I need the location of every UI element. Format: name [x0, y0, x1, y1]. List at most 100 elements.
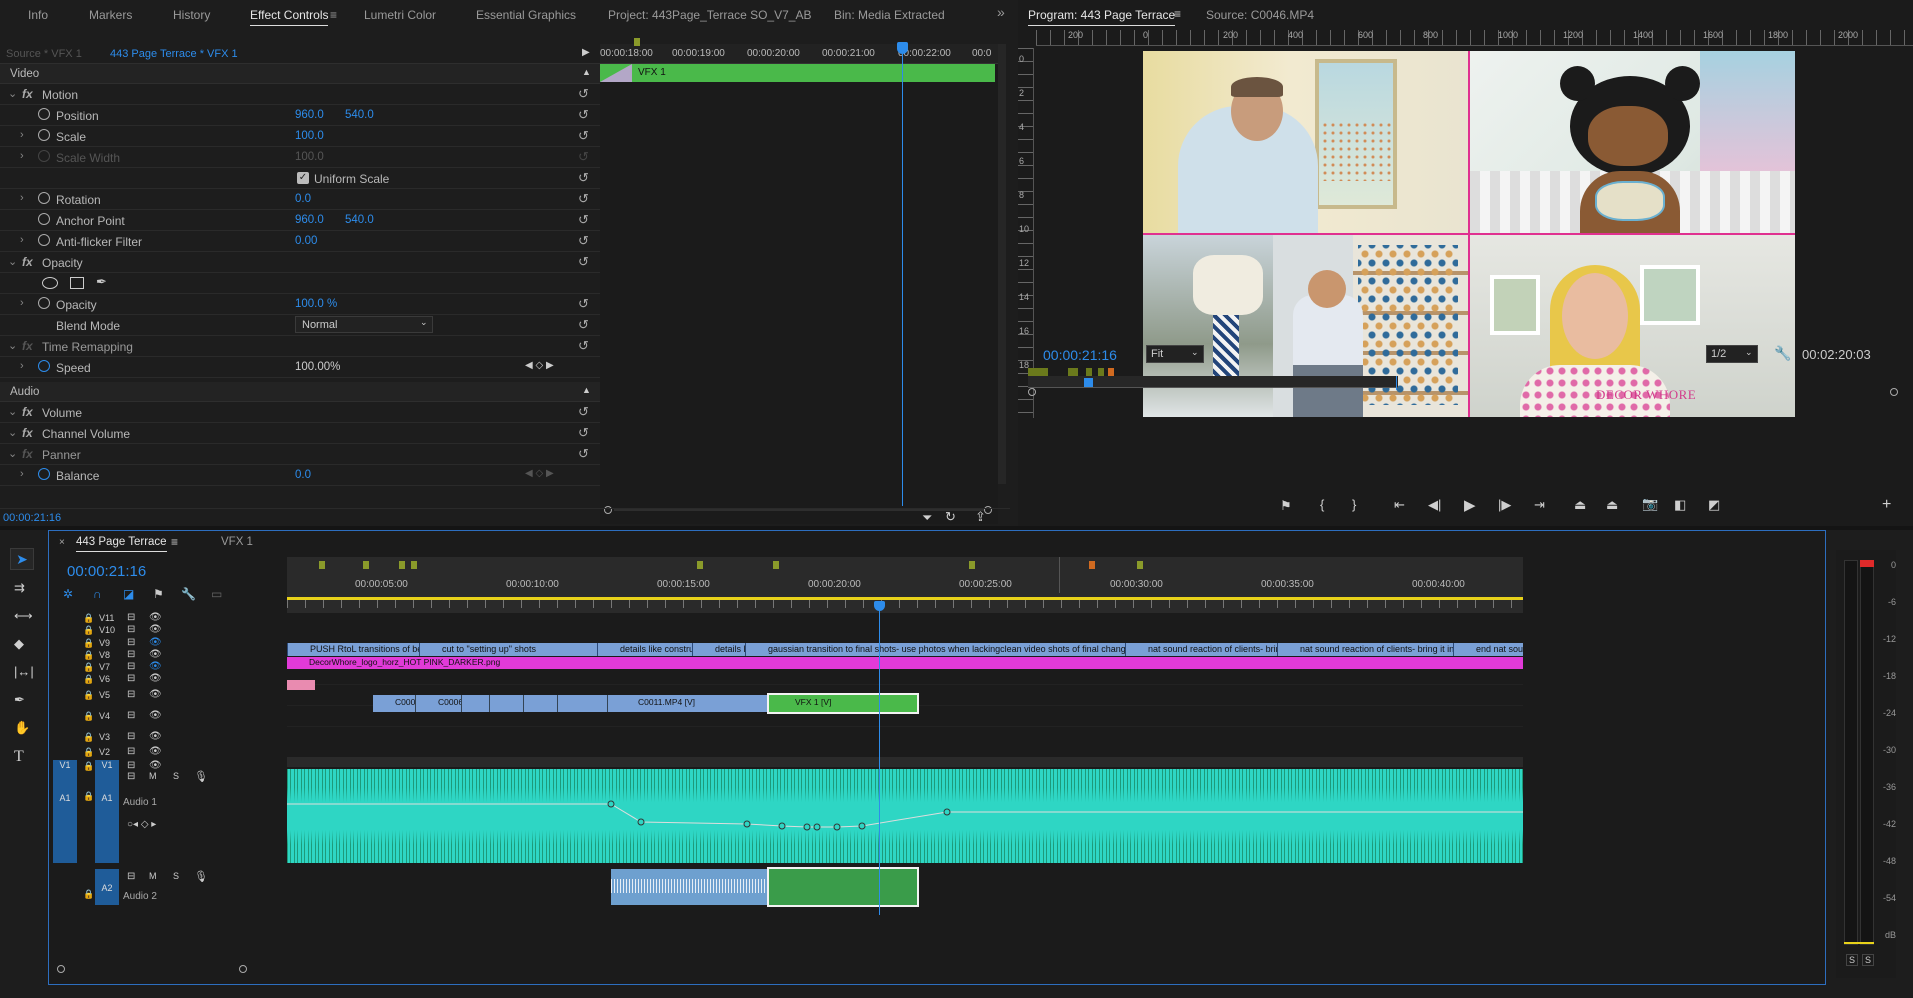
tab-program[interactable]: Program: 443 Page Terrace: [1028, 8, 1176, 26]
expand-chevron-icon[interactable]: ⌄: [8, 87, 17, 100]
tab-source[interactable]: Source: C0046.MP4: [1206, 8, 1314, 22]
fx-icon[interactable]: fx: [22, 405, 33, 419]
reset-icon[interactable]: ↺: [578, 317, 589, 333]
pm-mini-timeline[interactable]: [1028, 368, 1898, 412]
ripple-edit-tool-icon[interactable]: ⟷: [14, 608, 33, 624]
tab-info[interactable]: Info: [28, 8, 48, 22]
eye-icon[interactable]: 👁: [149, 649, 162, 660]
reset-icon[interactable]: ↺: [578, 86, 589, 102]
expand-chevron-icon[interactable]: ›: [20, 192, 24, 204]
keyframe-nav-icon[interactable]: ◀ ◇ ▶: [525, 468, 554, 479]
property-value[interactable]: 100.00%: [295, 361, 340, 373]
v10-clip[interactable]: cut to "setting up" shots: [419, 643, 597, 656]
ec-row[interactable]: › Opacity 100.0 % ↺: [0, 294, 600, 315]
track-label[interactable]: V5: [99, 690, 110, 700]
ec-row[interactable]: ⌄ fx Time Remapping ↺: [0, 336, 600, 357]
reset-icon[interactable]: ↺: [578, 254, 589, 270]
tab-lumetri-color[interactable]: Lumetri Color: [364, 8, 436, 22]
sequence-menu-icon[interactable]: ≡: [171, 535, 178, 549]
property-value[interactable]: 0.00: [295, 235, 317, 247]
fx-icon[interactable]: fx: [22, 426, 33, 440]
tab-project[interactable]: Project: 443Page_Terrace SO_V7_AB: [608, 8, 811, 22]
play-icon[interactable]: ▶: [1464, 496, 1476, 514]
v7-small-clip[interactable]: [287, 680, 315, 690]
ec-expand-icon[interactable]: ▶: [582, 47, 590, 58]
reset-icon[interactable]: ↺: [578, 149, 589, 165]
v6-clip[interactable]: C0011.MP4 [V]: [607, 695, 767, 712]
reset-icon[interactable]: ↺: [578, 233, 589, 249]
expand-chevron-icon[interactable]: ⌄: [8, 405, 17, 418]
track-select-tool-icon[interactable]: ⇉: [14, 580, 25, 596]
property-value[interactable]: 100.0 %: [295, 298, 337, 310]
sync-lock-icon[interactable]: ⊟: [127, 689, 135, 700]
timeline-scrollbar[interactable]: [57, 965, 1527, 975]
a2-audio-clip[interactable]: [611, 869, 767, 905]
ec-row[interactable]: ⌄ fx Motion ↺: [0, 84, 600, 105]
timeline-playhead[interactable]: [879, 605, 880, 915]
eye-icon[interactable]: 👁: [149, 637, 162, 648]
reset-icon[interactable]: ↺: [578, 446, 589, 462]
stopwatch-icon[interactable]: [38, 150, 50, 162]
tab-markers[interactable]: Markers: [89, 8, 132, 22]
property-value[interactable]: 100.0: [295, 130, 324, 142]
lock-icon[interactable]: 🔒: [83, 613, 94, 624]
captions-icon[interactable]: ▭: [211, 587, 222, 601]
track-label[interactable]: V8: [99, 650, 110, 660]
nest-icon[interactable]: ✲: [63, 587, 73, 601]
wrench-icon[interactable]: 🔧: [1774, 345, 1791, 362]
track-label[interactable]: V9: [99, 638, 110, 648]
lift-icon[interactable]: ⏏: [1574, 497, 1586, 513]
stopwatch-icon[interactable]: [38, 192, 50, 204]
vr-video-icon[interactable]: ◩: [1708, 497, 1720, 513]
sync-lock-icon[interactable]: ⊟: [127, 673, 135, 684]
v6-clip[interactable]: [557, 695, 607, 712]
ec-row[interactable]: ✓ Uniform Scale ↺: [0, 168, 600, 189]
export-icon[interactable]: ⇪: [975, 509, 986, 525]
stopwatch-icon[interactable]: [38, 234, 50, 246]
lock-icon[interactable]: 🔒: [83, 791, 94, 802]
ec-row[interactable]: ⌄ fx Panner ↺: [0, 444, 600, 465]
eye-icon[interactable]: 👁: [149, 612, 162, 623]
expand-chevron-icon[interactable]: ⌄: [8, 447, 17, 460]
ec-playhead[interactable]: [902, 44, 903, 506]
solo-button[interactable]: S: [173, 871, 179, 881]
fit-dropdown[interactable]: Fit ⌄: [1146, 345, 1204, 363]
track-label[interactable]: V2: [99, 747, 110, 757]
eye-icon[interactable]: 👁: [149, 731, 162, 742]
tab-sequence[interactable]: 443 Page Terrace: [76, 536, 167, 552]
sync-lock-icon[interactable]: ⊟: [127, 649, 135, 660]
v10-clip[interactable]: gaussian transition to final shots- use …: [745, 643, 1125, 656]
solo-left-button[interactable]: S: [1846, 954, 1859, 966]
stopwatch-icon[interactable]: [38, 360, 50, 372]
eye-icon[interactable]: 👁: [149, 746, 162, 757]
tab-effect-controls[interactable]: Effect Controls: [250, 8, 329, 26]
stopwatch-icon[interactable]: [38, 108, 50, 120]
property-value[interactable]: 0.0: [295, 469, 311, 481]
tab-essential-graphics[interactable]: Essential Graphics: [476, 8, 576, 22]
v9-logo-clip[interactable]: DecorWhore_logo_horz_HOT PINK_DARKER.png: [287, 657, 1523, 669]
a2-target[interactable]: A2: [95, 869, 119, 905]
expand-chevron-icon[interactable]: ›: [20, 129, 24, 141]
sync-lock-icon[interactable]: ⊟: [127, 612, 135, 623]
tab-history[interactable]: History: [173, 8, 210, 22]
expand-chevron-icon[interactable]: ⌄: [8, 255, 17, 268]
property-value[interactable]: 0.0: [295, 193, 311, 205]
ec-source-label[interactable]: Source * VFX 1: [6, 48, 82, 60]
lock-icon[interactable]: 🔒: [83, 732, 94, 743]
pm-playhead-icon[interactable]: [1084, 378, 1093, 387]
ellipse-mask-icon[interactable]: [42, 277, 58, 289]
step-back-icon[interactable]: ◀|: [1428, 497, 1441, 513]
lock-icon[interactable]: 🔒: [83, 650, 94, 661]
selection-tool-icon[interactable]: ➤: [10, 548, 34, 570]
stopwatch-icon[interactable]: [38, 468, 50, 480]
type-tool-icon[interactable]: T: [14, 748, 24, 766]
lock-icon[interactable]: 🔒: [83, 889, 94, 900]
sync-lock-icon[interactable]: ⊟: [127, 746, 135, 757]
hand-tool-icon[interactable]: ✋: [14, 720, 30, 736]
track-label[interactable]: V6: [99, 674, 110, 684]
sync-lock-icon[interactable]: ⊟: [127, 771, 135, 782]
resolution-dropdown[interactable]: 1/2 ⌄: [1706, 345, 1758, 363]
track-label[interactable]: V11: [99, 613, 114, 623]
ec-playhead-head[interactable]: [897, 42, 908, 54]
v10-clip[interactable]: details like construc: [597, 643, 692, 656]
